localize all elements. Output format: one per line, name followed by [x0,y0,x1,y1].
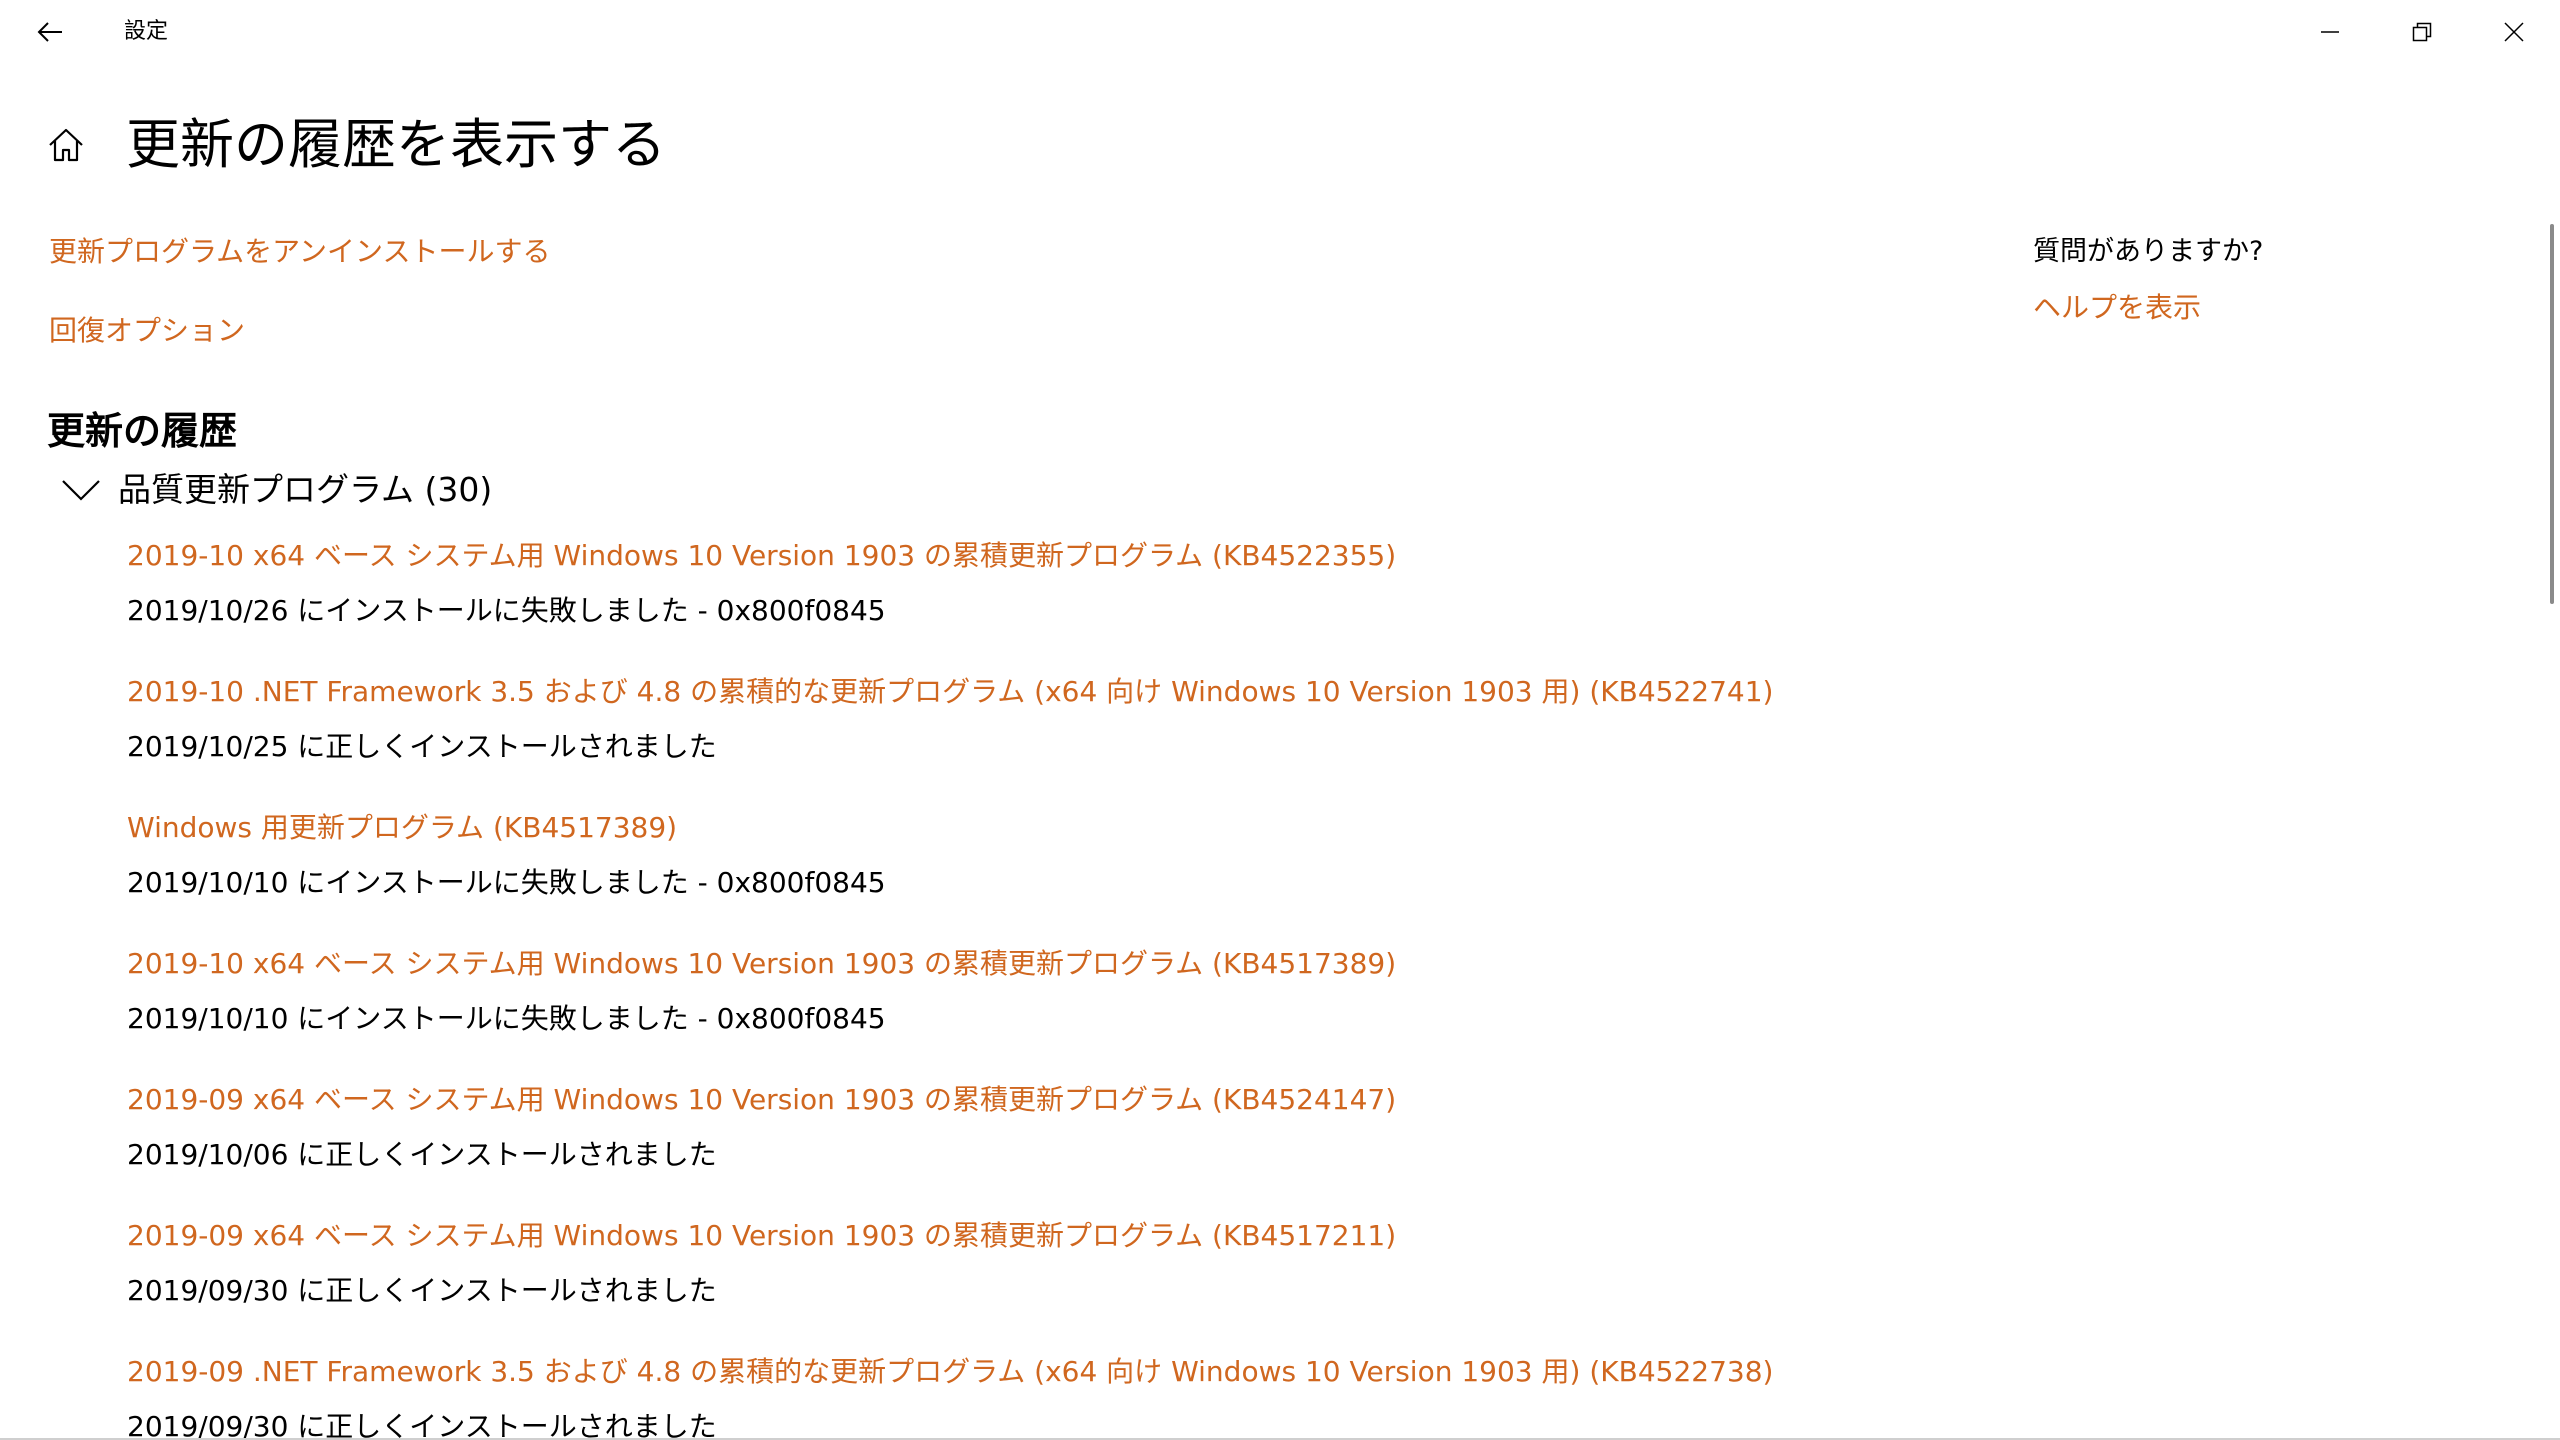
update-name-link[interactable]: 2019-09 .NET Framework 3.5 および 4.8 の累積的な… [127,1351,2427,1393]
arrow-left-icon [37,22,62,42]
page-title: 更新の履歴を表示する [126,113,666,176]
list-item: 2019-10 x64 ベース システム用 Windows 10 Version… [127,535,2427,671]
list-item: 2019-10 .NET Framework 3.5 および 4.8 の累積的な… [127,671,2427,807]
update-name-link[interactable]: Windows 用更新プログラム (KB4517389) [127,807,2427,849]
back-button[interactable] [18,8,82,56]
get-help-link[interactable]: ヘルプを表示 [2033,290,2201,326]
list-item: 2019-10 x64 ベース システム用 Windows 10 Version… [127,943,2427,1079]
settings-window: 設定 更新の履歴を表示する 更新プログラムをアンインストールする 回復オプション… [0,0,2560,1440]
close-icon [2504,22,2524,42]
update-status: 2019/10/10 にインストールに失敗しました - 0x800f0845 [127,1002,886,1035]
chevron-down-icon [62,480,100,501]
help-question: 質問がありますか? [2033,236,2264,267]
scroll-thumb[interactable] [2550,224,2554,604]
app-title: 設定 [124,19,169,44]
category-label: 品質更新プログラム (30) [118,470,493,509]
history-section-title: 更新の履歴 [47,409,238,453]
update-name-link[interactable]: 2019-09 x64 ベース システム用 Windows 10 Version… [127,1079,2427,1121]
quality-updates-toggle[interactable]: 品質更新プログラム (30) [60,468,492,512]
close-button[interactable] [2468,0,2560,64]
minimize-icon [2321,31,2339,33]
update-status: 2019/10/10 にインストールに失敗しました - 0x800f0845 [127,866,886,899]
update-status: 2019/10/06 に正しくインストールされました [127,1138,717,1171]
minimize-button[interactable] [2284,0,2376,64]
page-header: 更新の履歴を表示する [46,110,666,180]
update-status: 2019/10/26 にインストールに失敗しました - 0x800f0845 [127,594,886,627]
update-name-link[interactable]: 2019-10 .NET Framework 3.5 および 4.8 の累積的な… [127,671,2427,713]
update-name-link[interactable]: 2019-10 x64 ベース システム用 Windows 10 Version… [127,535,2427,577]
list-item: 2019-09 x64 ベース システム用 Windows 10 Version… [127,1215,2427,1351]
window-controls [2284,0,2560,64]
home-icon[interactable] [46,125,86,165]
list-item: 2019-09 .NET Framework 3.5 および 4.8 の累積的な… [127,1351,2427,1440]
update-status: 2019/09/30 に正しくインストールされました [127,1410,717,1440]
recovery-options-link[interactable]: 回復オプション [49,313,245,349]
help-panel: 質問がありますか? ヘルプを表示 [2033,234,2433,326]
uninstall-updates-link[interactable]: 更新プログラムをアンインストールする [49,234,550,270]
update-history-list: 2019-10 x64 ベース システム用 Windows 10 Version… [127,535,2427,1440]
restore-icon [2412,22,2432,42]
update-name-link[interactable]: 2019-09 x64 ベース システム用 Windows 10 Version… [127,1215,2427,1257]
update-status: 2019/10/25 に正しくインストールされました [127,730,717,763]
restore-button[interactable] [2376,0,2468,64]
title-bar: 設定 [0,0,2560,64]
update-status: 2019/09/30 に正しくインストールされました [127,1274,717,1307]
list-item: 2019-09 x64 ベース システム用 Windows 10 Version… [127,1079,2427,1215]
update-name-link[interactable]: 2019-10 x64 ベース システム用 Windows 10 Version… [127,943,2427,985]
list-item: Windows 用更新プログラム (KB4517389) 2019/10/10 … [127,807,2427,943]
scrollbar[interactable] [2540,64,2560,1440]
